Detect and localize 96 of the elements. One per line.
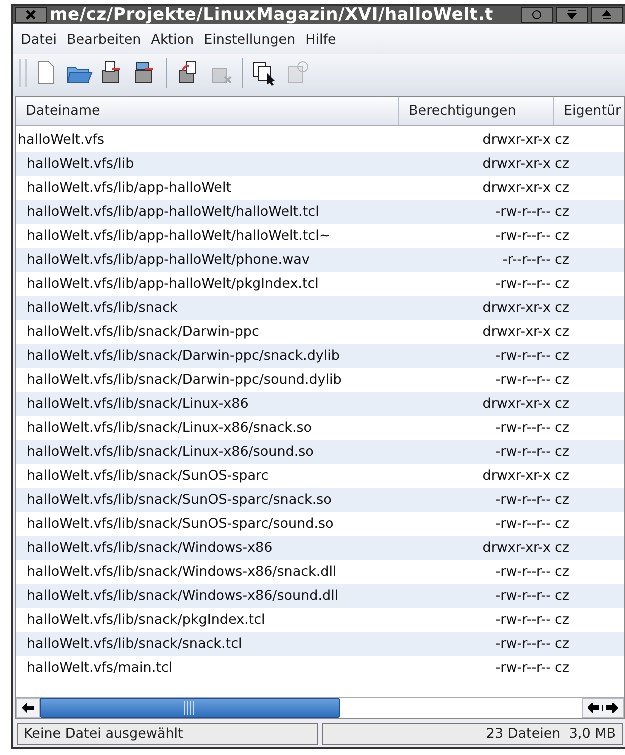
- permissions-cell-text: -rw-r--r--: [494, 516, 552, 532]
- menu-item[interactable]: Einstellungen: [200, 30, 300, 50]
- owner-cell: cz: [555, 636, 570, 652]
- file-name: halloWelt.vfs/lib: [26, 156, 136, 172]
- menu-item[interactable]: Datei: [17, 30, 62, 50]
- owner-cell: cz: [555, 204, 570, 220]
- status-text: Keine Datei ausgewählt: [17, 723, 318, 745]
- menu-item[interactable]: Aktion: [147, 30, 198, 50]
- scrollbar-thumb[interactable]: [40, 698, 340, 718]
- permissions-cell-text: drwxr-xr-x: [482, 396, 552, 412]
- permissions-cell-text: drwxr-xr-x: [482, 300, 552, 316]
- file-name: halloWelt.vfs/lib/app-halloWelt/halloWelt.tcl~: [26, 228, 332, 244]
- status-summary: 23 Dateien 3,0 MB: [322, 723, 623, 745]
- column-header[interactable]: Berechtigungen: [399, 97, 554, 125]
- owner-cell: cz: [555, 156, 570, 172]
- permissions-cell-text: -rw-r--r--: [494, 420, 552, 436]
- file-name: halloWelt.vfs/lib/app-halloWelt: [26, 180, 233, 196]
- file-name: halloWelt.vfs/lib/snack/Darwin-ppc: [26, 324, 260, 340]
- file-name: halloWelt.vfs/lib/app-halloWelt/halloWelt.tcl: [26, 204, 320, 220]
- owner-cell: cz: [555, 396, 570, 412]
- owner-cell: cz: [555, 372, 570, 388]
- permissions-cell-text: -rw-r--r--: [494, 444, 552, 460]
- file-name: halloWelt.vfs/main.tcl: [26, 660, 174, 676]
- file-name: halloWelt.vfs/lib/snack/SunOS-sparc: [26, 468, 270, 484]
- permissions-cell-text: -rw-r--r--: [494, 372, 552, 388]
- circle-icon: [532, 10, 542, 20]
- owner-cell: cz: [555, 588, 570, 604]
- scroll-left-button[interactable]: [16, 698, 40, 718]
- window-title: me/cz/Projekte/LinuxMagazin/XVI/halloWelt.t: [50, 6, 494, 24]
- triangle-up-icon: [602, 10, 612, 20]
- menu-item[interactable]: Bearbeiten: [63, 30, 146, 50]
- horizontal-scrollbar[interactable]: [16, 697, 624, 718]
- owner-cell: cz: [555, 420, 570, 436]
- triangle-down-icon: [567, 10, 577, 20]
- file-name: halloWelt.vfs/lib/snack/Linux-x86/sound.so: [26, 444, 315, 460]
- file-name: halloWelt.vfs/lib/snack/Linux-x86: [26, 396, 250, 412]
- owner-cell: cz: [555, 612, 570, 628]
- owner-cell: cz: [555, 276, 570, 292]
- owner-cell: cz: [555, 660, 570, 676]
- owner-cell: cz: [555, 564, 570, 580]
- permissions-cell-text: drwxr-xr-x: [482, 324, 552, 340]
- permissions-cell-text: drwxr-xr-x: [482, 468, 552, 484]
- file-name: halloWelt.vfs/lib/snack/Linux-x86/snack.so: [26, 420, 314, 436]
- file-name: halloWelt.vfs/lib/snack/Darwin-ppc/snack.dylib: [26, 348, 341, 364]
- file-name: halloWelt.vfs/lib/snack/pkgIndex.tcl: [26, 612, 266, 628]
- arrows-left-right-icon: [588, 703, 618, 713]
- owner-cell: cz: [555, 132, 570, 148]
- owner-cell: cz: [555, 228, 570, 244]
- close-button[interactable]: [15, 7, 47, 23]
- permissions-cell-text: drwxr-xr-x: [482, 132, 552, 148]
- permissions-cell-text: drwxr-xr-x: [482, 156, 552, 172]
- minimize-button[interactable]: [556, 7, 588, 23]
- permissions-cell-text: -rw-r--r--: [494, 660, 552, 676]
- permissions-cell-text: -rw-r--r--: [494, 588, 552, 604]
- maximize-button[interactable]: [591, 7, 623, 23]
- file-name: halloWelt.vfs/lib/snack/Windows-x86: [26, 540, 274, 556]
- owner-cell: cz: [555, 348, 570, 364]
- shade-button[interactable]: [521, 7, 553, 23]
- permissions-cell-text: -rw-r--r--: [494, 492, 552, 508]
- owner-cell: cz: [555, 252, 570, 268]
- grip-icon: [183, 701, 198, 715]
- owner-cell: cz: [555, 180, 570, 196]
- permissions-cell-text: -r--r--r--: [502, 252, 552, 268]
- toolbar-grip[interactable]: [19, 59, 27, 87]
- file-name: halloWelt.vfs/lib/snack/Windows-x86/snack.dll: [26, 564, 338, 580]
- file-name: halloWelt.vfs/lib/snack/Windows-x86/sound.dll: [26, 588, 340, 604]
- close-icon: [26, 10, 36, 20]
- file-name: halloWelt.vfs/lib/app-halloWelt/pkgIndex.tcl: [26, 276, 320, 292]
- permissions-cell-text: -rw-r--r--: [494, 564, 552, 580]
- menu-item[interactable]: Hilfe: [302, 30, 340, 50]
- file-name: halloWelt.vfs/lib/snack/SunOS-sparc/sound.so: [26, 516, 335, 532]
- file-name: halloWelt.vfs/lib/snack/SunOS-sparc/snack.so: [26, 492, 333, 508]
- permissions-cell-text: drwxr-xr-x: [482, 180, 552, 196]
- owner-cell: cz: [555, 444, 570, 460]
- permissions-cell-text: -rw-r--r--: [494, 348, 552, 364]
- column-header[interactable]: Dateiname: [16, 97, 399, 125]
- owner-cell: cz: [555, 324, 570, 340]
- scroll-arrows-button[interactable]: [582, 698, 624, 718]
- file-name: halloWelt.vfs/lib/snack: [26, 300, 179, 316]
- file-name: halloWelt.vfs: [17, 132, 106, 148]
- owner-cell: cz: [555, 468, 570, 484]
- file-name: halloWelt.vfs/lib/app-halloWelt/phone.wav: [26, 252, 311, 268]
- permissions-cell-text: -rw-r--r--: [494, 636, 552, 652]
- permissions-cell-text: -rw-r--r--: [494, 276, 552, 292]
- file-name: halloWelt.vfs/lib/snack/Darwin-ppc/sound.dylib: [26, 372, 343, 388]
- permissions-cell-text: -rw-r--r--: [494, 612, 552, 628]
- column-header[interactable]: Eigentür: [554, 97, 624, 125]
- owner-cell: cz: [555, 492, 570, 508]
- owner-cell: cz: [555, 516, 570, 532]
- file-name: halloWelt.vfs/lib/snack/snack.tcl: [26, 636, 244, 652]
- owner-cell: cz: [555, 300, 570, 316]
- permissions-cell-text: -rw-r--r--: [494, 228, 552, 244]
- permissions-cell-text: -rw-r--r--: [494, 204, 552, 220]
- arrow-left-icon: [22, 703, 34, 713]
- owner-cell: cz: [555, 540, 570, 556]
- permissions-cell-text: drwxr-xr-x: [482, 540, 552, 556]
